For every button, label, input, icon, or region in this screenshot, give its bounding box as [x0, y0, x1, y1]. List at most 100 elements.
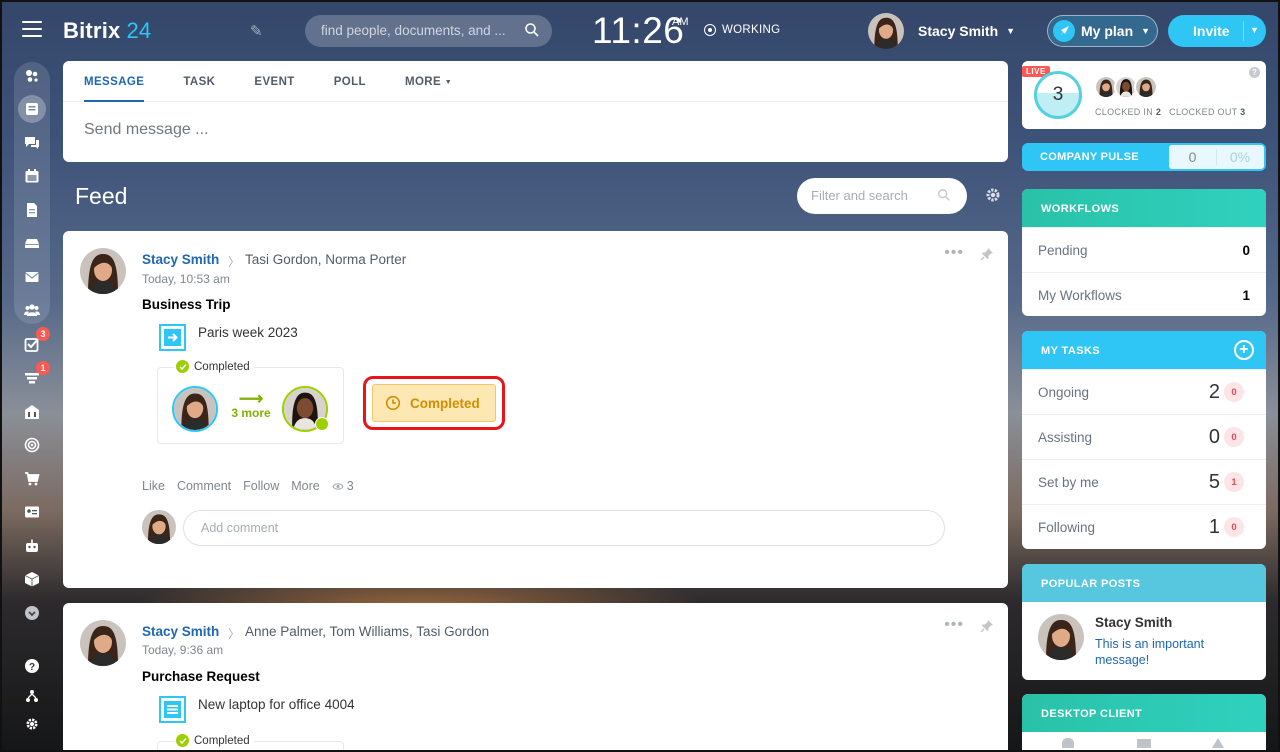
live-avatars[interactable]: [1094, 75, 1158, 99]
work-status[interactable]: WORKING: [704, 24, 780, 36]
post-author[interactable]: Stacy Smith: [142, 624, 219, 639]
desktop-client-title: DESKTOP CLIENT: [1022, 694, 1266, 732]
settings-button[interactable]: [18, 710, 46, 738]
pin-icon[interactable]: [980, 619, 994, 633]
tab-message[interactable]: MESSAGE: [84, 61, 163, 102]
overdue-badge[interactable]: 0: [1224, 382, 1244, 402]
avatar[interactable]: [80, 620, 126, 666]
sidebar-item-chat[interactable]: [18, 129, 46, 157]
arrow-right-box-icon: [159, 324, 186, 351]
tab-task[interactable]: TASK: [183, 61, 234, 101]
sidebar-item-inventory[interactable]: [18, 565, 46, 593]
overdue-badge[interactable]: 0: [1224, 427, 1244, 447]
tab-poll[interactable]: POLL: [334, 61, 385, 101]
filter-search-input[interactable]: [811, 188, 931, 203]
sidebar-item-company[interactable]: [18, 398, 46, 426]
feed-settings-gear-icon[interactable]: [985, 187, 1001, 203]
sidebar-item-mail[interactable]: [18, 263, 46, 291]
sidebar-item-feed[interactable]: [18, 95, 46, 123]
completed-status-button[interactable]: Completed: [372, 384, 496, 422]
tab-event[interactable]: EVENT: [254, 61, 313, 101]
send-message-input[interactable]: [84, 121, 684, 139]
windows-icon[interactable]: [1137, 739, 1151, 748]
sidebar-item-documents[interactable]: [18, 196, 46, 224]
search-icon[interactable]: [937, 188, 951, 202]
record-icon: [704, 24, 716, 36]
comment-input[interactable]: [201, 521, 701, 535]
sitemap-icon: [26, 690, 38, 702]
tasks-row-assisting[interactable]: Assisting 0 0: [1022, 414, 1266, 459]
highlight-box: Completed: [363, 376, 505, 430]
apple-icon[interactable]: [1062, 738, 1074, 748]
menu-icon[interactable]: [22, 21, 42, 37]
tab-more[interactable]: MORE ▼: [405, 61, 471, 101]
workflows-widget: WORKFLOWS Pending 0 My Workflows 1: [1022, 189, 1266, 316]
clock-time[interactable]: 11:26: [592, 10, 684, 52]
search-input[interactable]: [321, 23, 511, 38]
post-actions: Like Comment Follow More 3: [142, 479, 354, 493]
tasks-row-set-by-me[interactable]: Set by me 5 1: [1022, 459, 1266, 504]
chevron-down-icon[interactable]: ▼: [1250, 25, 1259, 35]
sidebar-item-contact-center[interactable]: [18, 498, 46, 526]
people-icon: [24, 304, 40, 316]
like-link[interactable]: Like: [142, 479, 165, 493]
comment-link[interactable]: Comment: [177, 479, 231, 493]
tasks-row-following[interactable]: Following 1 0: [1022, 504, 1266, 549]
sidebar-item-more[interactable]: [18, 599, 46, 627]
row-label: My Workflows: [1038, 287, 1122, 303]
sidebar-item-pulse[interactable]: [18, 62, 46, 90]
post-author[interactable]: Stacy Smith: [142, 252, 219, 267]
follow-link[interactable]: Follow: [243, 479, 279, 493]
sidebar-item-employees[interactable]: [18, 296, 46, 324]
linux-icon[interactable]: [1212, 738, 1224, 748]
document-icon: [27, 203, 37, 217]
sidebar-item-robots[interactable]: [18, 532, 46, 560]
sidebar-item-tasks[interactable]: 3: [18, 327, 50, 359]
my-plan-button[interactable]: My plan ▼: [1047, 15, 1158, 47]
live-count[interactable]: 3: [1034, 71, 1082, 119]
comment-box[interactable]: [183, 510, 945, 546]
post-recipients[interactable]: Tasi Gordon, Norma Porter: [245, 252, 406, 267]
workflows-title[interactable]: WORKFLOWS: [1022, 189, 1266, 227]
post-time[interactable]: Today, 10:53 am: [142, 272, 230, 286]
more-options-icon[interactable]: •••: [944, 244, 964, 262]
more-options-icon[interactable]: •••: [944, 616, 964, 634]
work-status-label: WORKING: [722, 24, 781, 36]
workflows-row-my-workflows[interactable]: My Workflows 1: [1022, 272, 1266, 317]
sidebar-item-shop[interactable]: [18, 465, 46, 493]
search-icon[interactable]: [524, 22, 540, 38]
pin-icon[interactable]: [980, 247, 994, 261]
overdue-badge[interactable]: 1: [1224, 472, 1244, 492]
user-menu[interactable]: Stacy Smith ▼: [868, 13, 1015, 49]
search-box[interactable]: [305, 15, 552, 47]
post-recipients[interactable]: Anne Palmer, Tom Williams, Tasi Gordon: [245, 624, 489, 639]
company-pulse-widget[interactable]: COMPANY PULSE 0 0%: [1022, 143, 1266, 171]
avatar[interactable]: [172, 386, 218, 432]
popular-post-message[interactable]: This is an important message!: [1095, 636, 1245, 668]
logo[interactable]: Bitrix 24: [63, 18, 151, 44]
avatar[interactable]: [80, 248, 126, 294]
crm-badge: 1: [36, 361, 50, 375]
workflows-row-pending[interactable]: Pending 0: [1022, 227, 1266, 272]
sidebar-item-crm[interactable]: 1: [18, 361, 50, 393]
my-tasks-title[interactable]: MY TASKS: [1041, 345, 1100, 357]
timeman-live-widget[interactable]: LIVE 3 CLOCKED IN 2 CLOCKED OUT 3 ?: [1022, 61, 1266, 129]
sitemap-button[interactable]: [18, 682, 46, 710]
help-button[interactable]: ?: [18, 652, 46, 680]
invite-button[interactable]: Invite ▼: [1168, 15, 1266, 47]
post-time[interactable]: Today, 9:36 am: [142, 643, 223, 657]
sidebar-item-calendar[interactable]: [18, 162, 46, 190]
row-count: 5: [1208, 470, 1220, 493]
overdue-badge[interactable]: 0: [1224, 517, 1244, 537]
help-icon[interactable]: ?: [1249, 67, 1260, 78]
sidebar-item-drive[interactable]: [18, 229, 46, 257]
pencil-icon[interactable]: ✎: [250, 22, 263, 40]
more-link[interactable]: More: [291, 479, 319, 493]
more-approvers-link[interactable]: ⟶ 3 more: [230, 390, 272, 420]
views-counter[interactable]: 3: [332, 479, 354, 493]
add-task-icon[interactable]: +: [1234, 340, 1254, 360]
tasks-row-ongoing[interactable]: Ongoing 2 0: [1022, 369, 1266, 414]
sidebar-item-marketing[interactable]: [18, 431, 46, 459]
filter-search-box[interactable]: [797, 178, 967, 214]
popular-post-item[interactable]: Stacy Smith This is an important message…: [1022, 602, 1266, 680]
